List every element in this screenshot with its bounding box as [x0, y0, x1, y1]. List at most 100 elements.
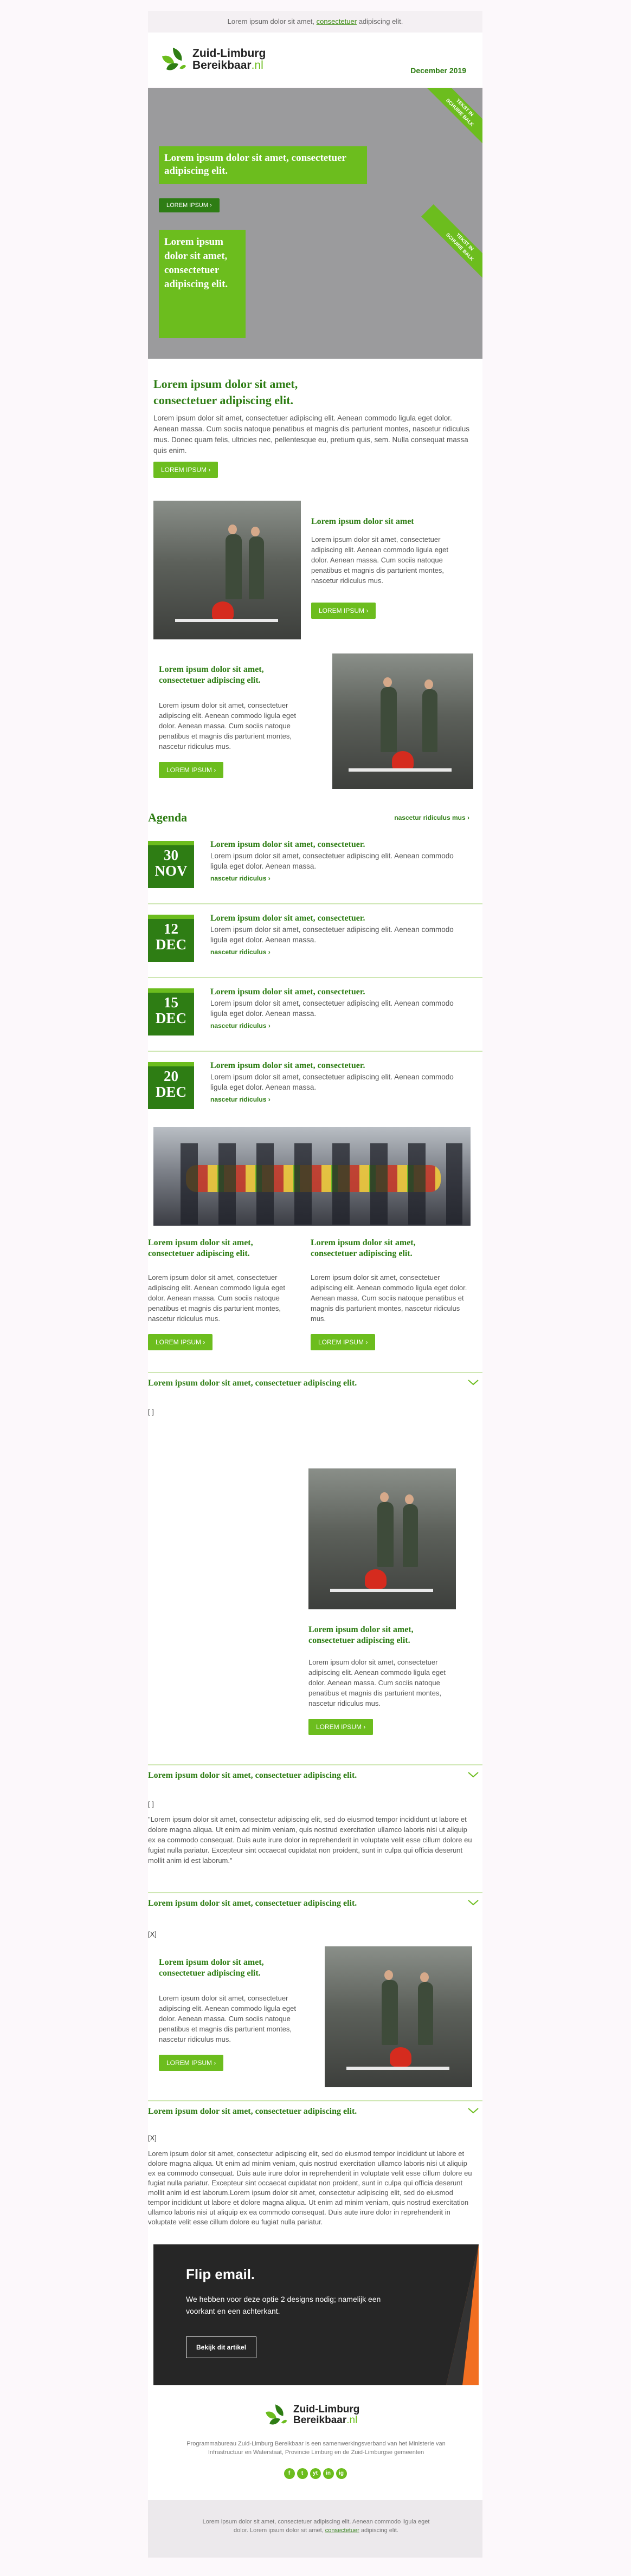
footer-logo[interactable]: Zuid-Limburg Bereikbaar.nl	[262, 2402, 359, 2429]
agenda-item-link[interactable]: nascetur ridiculus ›	[210, 948, 271, 956]
agenda-item-link[interactable]: nascetur ridiculus ›	[210, 1022, 271, 1030]
feature1-title: Lorem ipsum dolor sit amet	[311, 517, 414, 526]
accordion-2-header[interactable]: Lorem ipsum dolor sit amet, consectetuer…	[148, 1764, 482, 1781]
agenda-item-title: Lorem ipsum dolor sit amet, consectetuer…	[210, 987, 365, 996]
post-footer-text-wrap: Lorem ipsum dolor sit amet, consectetuer…	[202, 2517, 430, 2535]
agenda-item-link[interactable]: nascetur ridiculus ›	[210, 1096, 271, 1103]
accordion-1-photo	[308, 1468, 456, 1609]
email-header: Zuid-Limburg Bereikbaar.nl December 2019	[148, 33, 482, 87]
preheader-text: Lorem ipsum dolor sit amet,	[227, 17, 317, 25]
agenda-month: DEC	[155, 1084, 186, 1100]
accordion-4-text: Lorem ipsum dolor sit amet, consectetur …	[148, 2150, 472, 2226]
agenda-date: 20 DEC	[148, 1062, 194, 1109]
agenda-item-title: Lorem ipsum dolor sit amet, consectetuer…	[210, 914, 365, 923]
accordion-1-marker: [ ]	[148, 1408, 154, 1416]
accordion-1-header[interactable]: Lorem ipsum dolor sit amet, consectetuer…	[148, 1372, 482, 1388]
brand-tld: .nl	[251, 59, 263, 72]
agenda-item-title: Lorem ipsum dolor sit amet, consectetuer…	[210, 1061, 365, 1070]
preheader-link[interactable]: consectetuer	[317, 17, 357, 25]
flip-title: Flip email.	[186, 2266, 255, 2282]
flip-button[interactable]: Bekijk dit artikel	[186, 2336, 257, 2358]
brand-line2: Bereikbaar	[192, 59, 252, 72]
accordion-1-title: Lorem ipsum dolor sit amet, consectetuer…	[148, 1378, 357, 1388]
accordion-3-marker: [X]	[148, 1930, 157, 1938]
agenda-day: 12	[164, 921, 178, 937]
agenda-item-title: Lorem ipsum dolor sit amet, consectetuer…	[210, 840, 365, 849]
hero-title-box-1: Lorem ipsum dolor sit amet, consectetuer…	[159, 146, 367, 184]
chevron-down-icon	[468, 2108, 479, 2114]
logo-leaf-icon	[159, 46, 187, 74]
facebook-icon[interactable]: f	[284, 2468, 295, 2479]
feature2-title: Lorem ipsum dolor sit amet, consectetuer…	[159, 665, 264, 685]
accordion-3-title: Lorem ipsum dolor sit amet, consectetuer…	[148, 1899, 357, 1908]
preheader: Lorem ipsum dolor sit amet, consectetuer…	[148, 11, 482, 33]
post-footer-link[interactable]: consectetuer	[325, 2527, 359, 2534]
intro-button[interactable]: LOREM IPSUM ›	[153, 462, 218, 478]
chevron-down-icon	[468, 1380, 479, 1386]
main-body: Lorem ipsum dolor sit amet, consectetuer…	[148, 359, 482, 2228]
agenda-item[interactable]: 30 NOV Lorem ipsum dolor sit amet, consec…	[148, 836, 482, 904]
ribbon-mid: TEKST IN SCHUINE BALK	[421, 204, 482, 286]
accordion-3-header[interactable]: Lorem ipsum dolor sit amet, consectetuer…	[148, 1892, 482, 1908]
agenda-item[interactable]: 20 DEC Lorem ipsum dolor sit amet, consec…	[148, 1057, 482, 1124]
accordion-1-card-title: Lorem ipsum dolor sit amet, consectetuer…	[308, 1625, 414, 1645]
accordion-2-quote: "Lorem ipsum dolor sit amet, consectetur…	[148, 1815, 472, 1865]
flip-section: Flip email. We hebben voor deze optie 2 …	[148, 2228, 482, 2385]
instagram-icon[interactable]: ig	[336, 2468, 347, 2479]
linkedin-icon[interactable]: in	[323, 2468, 334, 2479]
feature2-photo	[332, 653, 473, 789]
accordion-2-marker: [ ]	[148, 1800, 154, 1808]
agenda-month: DEC	[155, 936, 186, 953]
twitter-icon[interactable]: t	[297, 2468, 308, 2479]
flip-text: We hebben voor deze optie 2 designs nodi…	[186, 2295, 381, 2315]
accordion-4-header[interactable]: Lorem ipsum dolor sit amet, consectetuer…	[148, 2100, 482, 2117]
hero-title-2: Lorem ipsum dolor sit amet, consectetuer…	[164, 236, 228, 290]
agenda-date: 15 DEC	[148, 988, 194, 1035]
post-footer: Lorem ipsum dolor sit amet, consectetuer…	[148, 2500, 482, 2558]
brand-name: Zuid-Limburg Bereikbaar.nl	[192, 48, 266, 72]
hero-button[interactable]: LOREM IPSUM ›	[159, 198, 220, 212]
agenda-more-link[interactable]: nascetur ridiculus mus ›	[394, 814, 469, 821]
accordion-4-title: Lorem ipsum dolor sit amet, consectetuer…	[148, 2107, 357, 2116]
intro-text: Lorem ipsum dolor sit amet, consectetuer…	[153, 414, 470, 455]
brand-logo[interactable]: Zuid-Limburg Bereikbaar.nl	[158, 44, 266, 75]
accordion-3-card-title: Lorem ipsum dolor sit amet, consectetuer…	[159, 1958, 264, 1978]
accordion-1-card-text: Lorem ipsum dolor sit amet, consectetuer…	[308, 1658, 446, 1707]
preheader-text-after: adipiscing elit.	[357, 17, 403, 25]
feature1-button[interactable]: LOREM IPSUM ›	[311, 603, 376, 619]
chevron-down-icon	[468, 1772, 479, 1778]
accordion-3-card-button[interactable]: LOREM IPSUM ›	[159, 2055, 224, 2071]
agenda-item-link[interactable]: nascetur ridiculus ›	[210, 875, 271, 882]
twocol-left-title: Lorem ipsum dolor sit amet, consectetuer…	[148, 1238, 253, 1258]
feature2-text: Lorem ipsum dolor sit amet, consectetuer…	[159, 701, 296, 750]
agenda-date: 12 DEC	[148, 915, 194, 962]
agenda-item-text: Lorem ipsum dolor sit amet, consectetuer…	[210, 1073, 454, 1091]
footer-brand-line1: Zuid-Limburg	[293, 2404, 360, 2415]
twocol-left-button[interactable]: LOREM IPSUM ›	[148, 1334, 213, 1350]
feature2-button[interactable]: LOREM IPSUM ›	[159, 762, 224, 778]
orange-accent-shape	[446, 2244, 479, 2385]
post-footer-text-after: adipiscing elit.	[359, 2527, 398, 2534]
twocol-right-button[interactable]: LOREM IPSUM ›	[311, 1334, 376, 1350]
footer-text: Programmabureau Zuid-Limburg Bereikbaar …	[186, 2441, 446, 2456]
accordion-2-title: Lorem ipsum dolor sit amet, consectetuer…	[148, 1771, 357, 1780]
accordion-1-card-button[interactable]: LOREM IPSUM ›	[308, 1719, 374, 1735]
email-footer: Zuid-Limburg Bereikbaar.nl Programmabure…	[148, 2385, 482, 2500]
agenda-item[interactable]: 12 DEC Lorem ipsum dolor sit amet, consec…	[148, 909, 482, 978]
intro-title: Lorem ipsum dolor sit amet, consectetuer…	[153, 377, 298, 407]
accordion-3-card-text: Lorem ipsum dolor sit amet, consectetuer…	[159, 1994, 296, 2043]
email-page: Lorem ipsum dolor sit amet, consectetuer…	[0, 0, 631, 2576]
youtube-icon[interactable]: yt	[310, 2468, 321, 2479]
agenda-list: 30 NOV Lorem ipsum dolor sit amet, consec…	[148, 836, 482, 1117]
issue-date: December 2019	[410, 66, 466, 75]
hero-banner: TEKST IN SCHUINE BALK TEKST IN SCHUINE B…	[148, 88, 482, 359]
agenda-item[interactable]: 15 DEC Lorem ipsum dolor sit amet, consec…	[148, 983, 482, 1052]
ribbon-top: TEKST IN SCHUINE BALK	[421, 88, 482, 151]
agenda-day: 20	[164, 1068, 178, 1084]
group-photo	[153, 1127, 471, 1226]
flip-card: Flip email. We hebben voor deze optie 2 …	[153, 2244, 479, 2385]
feature1-photo	[153, 501, 301, 639]
logo-leaf-icon	[262, 2402, 288, 2428]
agenda-item-text: Lorem ipsum dolor sit amet, consectetuer…	[210, 852, 454, 870]
footer-brand-line2: Bereikbaar	[293, 2415, 347, 2426]
